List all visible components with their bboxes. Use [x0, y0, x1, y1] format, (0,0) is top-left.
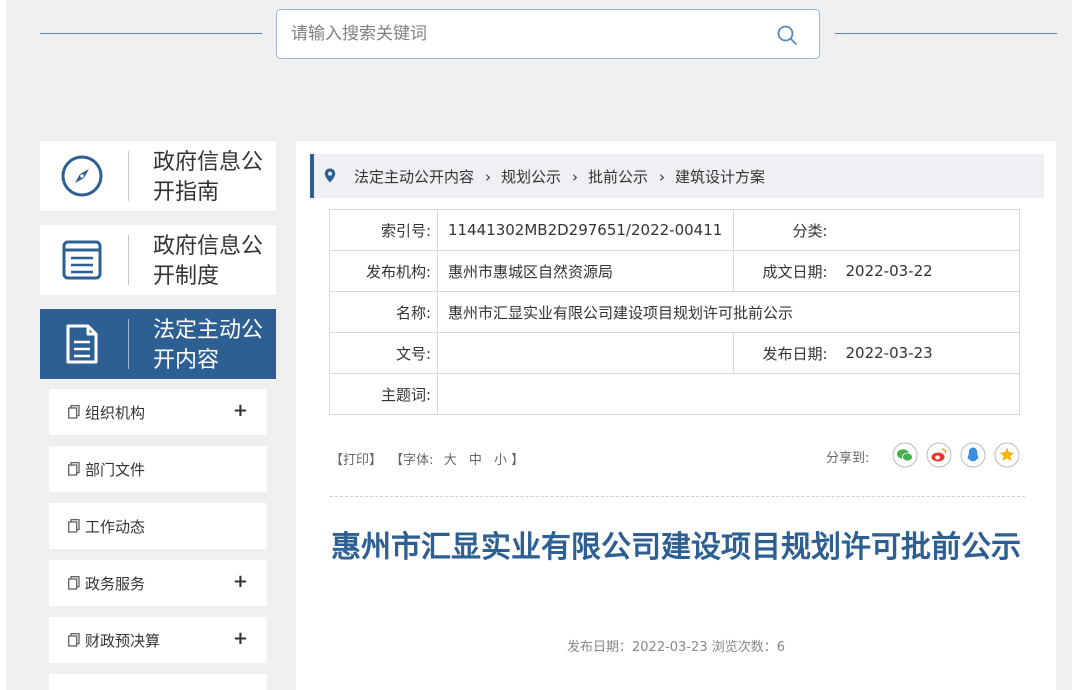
index-value: 11441302MB2D297651/2022-00411: [437, 209, 734, 251]
nav-card-guide[interactable]: 政府信息公开指南: [40, 141, 276, 211]
name-value: 惠州市汇显实业有限公司建设项目规划许可批前公示: [437, 291, 1020, 333]
nav-card-system[interactable]: 政府信息公开制度: [40, 225, 276, 295]
article-title: 惠州市汇显实业有限公司建设项目规划许可批前公示: [331, 530, 1021, 565]
breadcrumb-item[interactable]: 批前公示: [588, 166, 648, 187]
document-icon: [66, 324, 98, 364]
nav-card-label: 政府信息公开指南: [153, 150, 264, 205]
sidebar-item-work-updates[interactable]: 工作动态: [49, 503, 267, 549]
font-medium-button[interactable]: 中: [469, 449, 482, 468]
sidebar-item-label: 政务服务: [85, 575, 146, 593]
nav-card-divider: [128, 151, 129, 201]
subject-label: 主题词:: [329, 373, 438, 415]
created-date-label: 成文日期:: [733, 250, 834, 292]
sidebar-item-label: 财政预决算: [85, 632, 161, 650]
qq-icon[interactable]: [960, 442, 986, 468]
chevron-right-icon: ›: [659, 168, 666, 186]
weibo-icon[interactable]: [926, 442, 952, 468]
sidebar-item-department-docs[interactable]: 部门文件: [49, 446, 267, 492]
sidebar-item-organization[interactable]: 组织机构 +: [49, 389, 267, 435]
header-line-left: [40, 33, 262, 34]
copy-icon: [68, 405, 80, 419]
table-row: 发布机构: 惠州市惠城区自然资源局 成文日期: 2022-03-22: [329, 250, 1020, 292]
name-label: 名称:: [329, 291, 438, 333]
created-date-value: 2022-03-22: [833, 250, 1020, 292]
expand-icon[interactable]: +: [233, 571, 248, 592]
font-size-suffix: 】: [511, 453, 525, 468]
doc-number-label: 文号:: [329, 332, 438, 374]
article-info: 发布日期：2022-03-23 浏览次数：6: [567, 640, 785, 655]
compass-icon: [61, 155, 103, 197]
expand-icon[interactable]: +: [233, 628, 248, 649]
sidebar-item-label: 组织机构: [85, 404, 146, 422]
chevron-right-icon: ›: [485, 168, 492, 186]
wechat-icon[interactable]: [892, 442, 918, 468]
table-row: 名称: 惠州市汇显实业有限公司建设项目规划许可批前公示: [329, 291, 1020, 333]
font-size-prefix: 【字体:: [390, 453, 434, 468]
publisher-label: 发布机构:: [329, 250, 438, 292]
sidebar-item-gov-services[interactable]: 政务服务 +: [49, 560, 267, 606]
table-row: 文号: 发布日期: 2022-03-23: [329, 332, 1020, 374]
breadcrumb: 法定主动公开内容 › 规划公示 › 批前公示 › 建筑设计方案: [310, 154, 1044, 198]
category-value: [833, 209, 1020, 251]
breadcrumb-item[interactable]: 法定主动公开内容: [354, 166, 474, 187]
page-background: 政府信息公开指南 政府信息公开制度 法定主动公开内容 组织机构 + 部门文件: [6, 0, 1072, 690]
index-label: 索引号:: [329, 209, 438, 251]
copy-icon: [68, 633, 80, 647]
doc-number-value: [437, 332, 734, 374]
nav-card-statutory[interactable]: 法定主动公开内容: [40, 309, 276, 379]
search-icon[interactable]: [775, 23, 799, 47]
publish-date-value: 2022-03-23: [833, 332, 1020, 374]
publish-date-label: 发布日期:: [733, 332, 834, 374]
nav-card-divider: [128, 235, 129, 285]
location-pin-icon: [324, 168, 336, 183]
sidebar-item-partial[interactable]: [49, 674, 267, 690]
subject-value: [437, 373, 1020, 415]
list-document-icon: [62, 240, 102, 280]
qzone-icon[interactable]: [994, 442, 1020, 468]
breadcrumb-item[interactable]: 建筑设计方案: [675, 166, 765, 187]
nav-card-divider: [128, 319, 129, 369]
table-row: 索引号: 11441302MB2D297651/2022-00411 分类:: [329, 209, 1020, 251]
copy-icon: [68, 576, 80, 590]
chevron-right-icon: ›: [572, 168, 579, 186]
category-label: 分类:: [733, 209, 834, 251]
metadata-table: 索引号: 11441302MB2D297651/2022-00411 分类: 发…: [329, 209, 1020, 415]
sidebar-item-label: 部门文件: [85, 461, 146, 479]
header-line-right: [835, 33, 1057, 34]
nav-card-label: 法定主动公开内容: [153, 318, 264, 373]
sidebar-item-label: 工作动态: [85, 518, 146, 536]
article-tools: 【打印】 【字体: 大 中 小 】: [330, 449, 524, 468]
table-row: 主题词:: [329, 373, 1020, 415]
font-small-button[interactable]: 小: [494, 449, 507, 468]
publisher-value: 惠州市惠城区自然资源局: [437, 250, 734, 292]
divider-dashed: [330, 496, 1025, 497]
expand-icon[interactable]: +: [233, 400, 248, 421]
share-label: 分享到:: [826, 451, 870, 466]
print-button[interactable]: 【打印】: [330, 449, 382, 468]
main-content: 法定主动公开内容 › 规划公示 › 批前公示 › 建筑设计方案 索引号: 11441302M…: [296, 141, 1056, 690]
sidebar-item-budget[interactable]: 财政预决算 +: [49, 617, 267, 663]
copy-icon: [68, 462, 80, 476]
search-input[interactable]: [291, 19, 761, 49]
copy-icon: [68, 519, 80, 533]
search-box[interactable]: [276, 9, 820, 59]
nav-card-label: 政府信息公开制度: [153, 234, 264, 289]
font-large-button[interactable]: 大: [444, 449, 457, 468]
breadcrumb-item[interactable]: 规划公示: [501, 166, 561, 187]
